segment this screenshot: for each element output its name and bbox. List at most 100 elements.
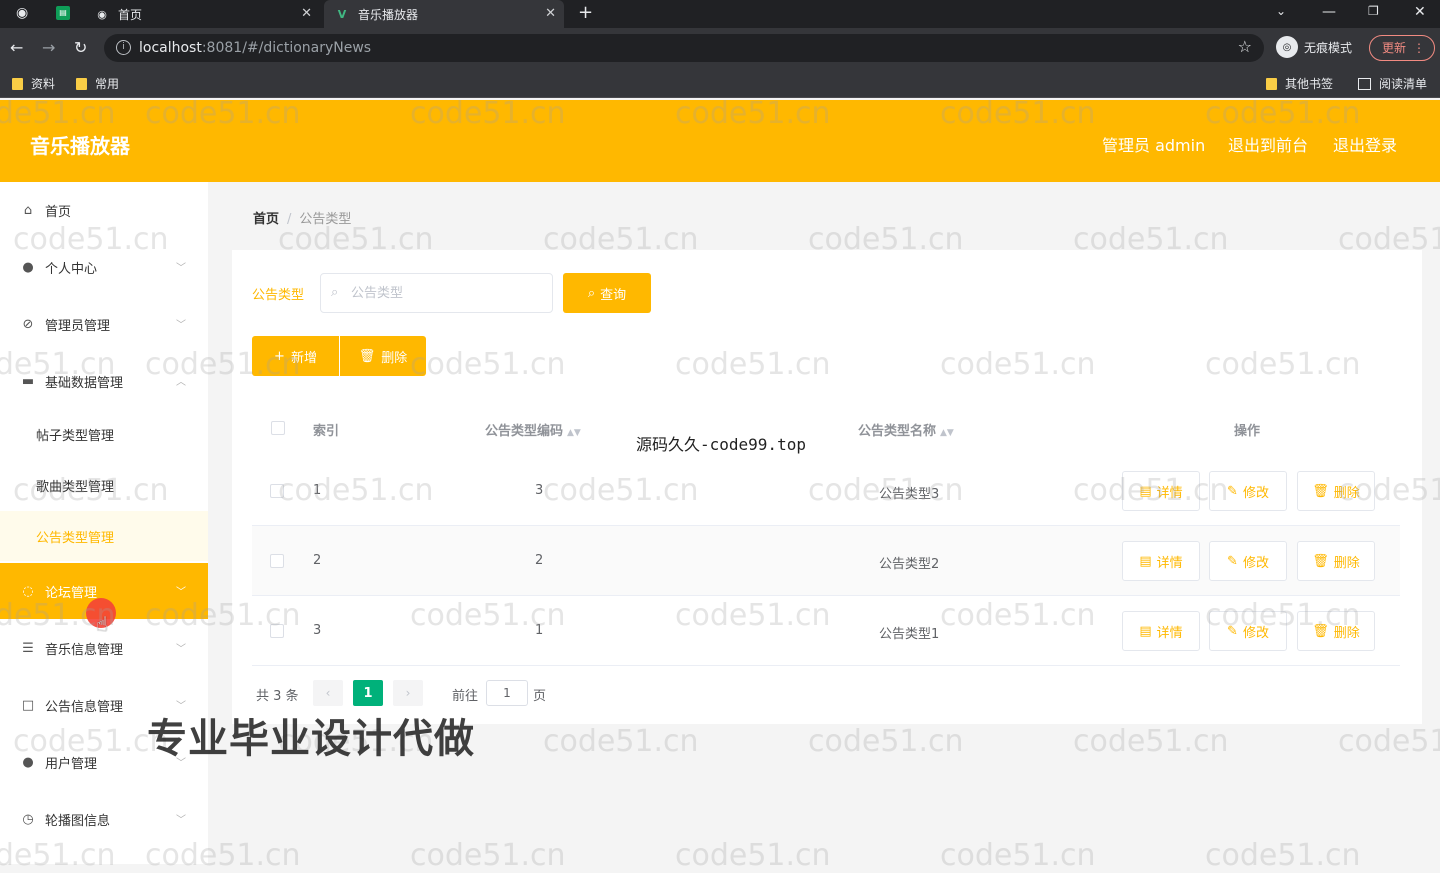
delete-label: 删除 (1333, 555, 1360, 571)
edit-button[interactable]: ✎ 修改 (1209, 471, 1287, 511)
sidebar-item-home[interactable]: ⌂ 首页 (0, 182, 208, 238)
cell-code: 3 (535, 483, 544, 498)
sheets-app-icon[interactable]: ▤ (56, 6, 70, 20)
carousel-icon: ◷ (22, 811, 34, 827)
sidebar-item-carousel[interactable]: ◷ 轮播图信息 ﹀ (0, 791, 208, 847)
batch-delete-button[interactable]: 🗑 删除 (340, 336, 426, 376)
search-icon: ⌕ (331, 285, 339, 300)
watermark-text: code51.cn (1338, 724, 1440, 759)
sidebar-item-basic-data[interactable]: ▬ 基础数据管理 ︿ (0, 353, 208, 409)
close-icon[interactable]: ✕ (545, 6, 556, 21)
bookmark-star-icon[interactable]: ☆ (1238, 37, 1252, 56)
trash-icon: 🗑 (1312, 623, 1329, 639)
search-input[interactable] (351, 282, 541, 304)
watermark-text: code51.cn (940, 838, 1096, 873)
query-button[interactable]: ⌕ 查询 (563, 273, 651, 313)
watermark-text: code51.cn (675, 838, 831, 873)
add-button[interactable]: + 新增 (252, 336, 339, 376)
sidebar-item-notice-type[interactable]: 公告类型管理 (0, 511, 208, 561)
current-user: 管理员 admin (1102, 136, 1206, 155)
row-checkbox[interactable] (270, 484, 284, 498)
bookmark-folder-ziliao[interactable]: 资料 (12, 75, 55, 92)
restore-icon[interactable]: ❐ (1368, 4, 1379, 18)
cell-index: 3 (313, 623, 322, 638)
sort-icon[interactable]: ▲▼ (567, 428, 581, 438)
sidebar-item-personal-center[interactable]: ● 个人中心 ﹀ (0, 239, 208, 295)
new-tab-icon[interactable]: + (578, 2, 593, 23)
window-close-icon[interactable]: ✕ (1414, 4, 1426, 20)
sidebar-item-label: 公告类型管理 (36, 530, 115, 546)
sidebar-item-label: 用户管理 (45, 756, 98, 772)
exit-to-front-link[interactable]: 退出到前台 (1228, 132, 1308, 156)
edit-label: 修改 (1242, 555, 1269, 571)
reload-icon[interactable]: ↻ (74, 38, 87, 57)
sidebar-item-post-type[interactable]: 帖子类型管理 (0, 409, 208, 459)
back-icon[interactable]: ← (10, 38, 23, 57)
bookmark-label: 资料 (31, 77, 56, 91)
info-icon[interactable]: i (116, 40, 131, 55)
breadcrumb: 首页 / 公告类型 (253, 208, 351, 227)
detail-button[interactable]: ▤ 详情 (1122, 541, 1200, 581)
reading-list[interactable]: 阅读清单 (1358, 75, 1427, 92)
row-checkbox[interactable] (270, 554, 284, 568)
tab-music-player[interactable]: V 音乐播放器 ✕ (324, 0, 564, 28)
url-host: localhost (139, 40, 202, 56)
prev-page-button[interactable]: ‹ (313, 680, 343, 706)
folder-icon (76, 77, 87, 90)
sort-icon[interactable]: ▲▼ (940, 428, 954, 438)
watermark-source-text: 源码久久-code99.top (636, 435, 806, 454)
sidebar-item-song-type[interactable]: 歌曲类型管理 (0, 460, 208, 510)
breadcrumb-home[interactable]: 首页 (253, 212, 279, 227)
sidebar-item-admin[interactable]: ⊘ 管理员管理 ﹀ (0, 296, 208, 352)
browser-globe-icon[interactable]: ◉ (16, 5, 28, 21)
close-icon[interactable]: ✕ (301, 6, 312, 21)
delete-button[interactable]: 🗑 删除 (1297, 541, 1375, 581)
logout-link[interactable]: 退出登录 (1333, 132, 1397, 156)
delete-button[interactable]: 🗑 删除 (1297, 611, 1375, 651)
home-icon: ⌂ (23, 202, 33, 218)
sidebar-item-label: 帖子类型管理 (36, 428, 115, 444)
data-icon: ▬ (21, 373, 35, 389)
column-header-name[interactable]: 公告类型名称 ▲▼ (858, 420, 954, 439)
edit-button[interactable]: ✎ 修改 (1209, 611, 1287, 651)
update-button[interactable]: 更新 ⋮ (1369, 35, 1435, 61)
breadcrumb-separator: / (287, 212, 292, 227)
column-header-code[interactable]: 公告类型编码 ▲▼ (485, 420, 581, 439)
chevron-right-icon: › (405, 686, 411, 700)
column-header-code-label: 公告类型编码 (485, 424, 564, 439)
select-all-checkbox[interactable] (271, 421, 285, 435)
watermark-text: code51.cn (808, 724, 964, 759)
cell-code: 1 (535, 623, 544, 638)
delete-button[interactable]: 🗑 删除 (1297, 471, 1375, 511)
minimize-icon[interactable]: — (1322, 4, 1336, 20)
edit-button[interactable]: ✎ 修改 (1209, 541, 1287, 581)
globe-icon: ◉ (97, 7, 107, 21)
batch-delete-label: 删除 (381, 350, 408, 366)
url-input[interactable]: i localhost:8081/#/dictionaryNews ☆ (104, 34, 1264, 62)
bookmark-folder-changyong[interactable]: 常用 (76, 75, 119, 92)
search-field[interactable]: ⌕ (320, 273, 553, 313)
next-page-button[interactable]: › (393, 680, 423, 706)
add-button-label: 新增 (290, 350, 317, 366)
incognito-indicator[interactable]: ◎ 无痕模式 (1276, 36, 1352, 58)
bookmark-label: 其他书签 (1285, 77, 1334, 91)
trash-icon: 🗑 (358, 348, 376, 364)
detail-button[interactable]: ▤ 详情 (1122, 471, 1200, 511)
detail-button[interactable]: ▤ 详情 (1122, 611, 1200, 651)
page-number-active[interactable]: 1 (353, 680, 383, 706)
query-button-label: 查询 (600, 287, 627, 303)
goto-page-input[interactable]: 1 (486, 680, 528, 706)
other-bookmarks[interactable]: 其他书签 (1266, 75, 1333, 92)
forum-icon: ◌ (22, 583, 34, 599)
url-path: :8081/#/dictionaryNews (201, 40, 372, 56)
edit-icon: ✎ (1227, 483, 1238, 499)
forward-icon[interactable]: → (42, 38, 55, 57)
cell-name: 公告类型1 (879, 627, 940, 642)
delete-label: 删除 (1333, 485, 1360, 501)
tab-search-icon[interactable]: ⌄ (1276, 4, 1286, 18)
search-icon: ⌕ (587, 285, 596, 301)
row-checkbox[interactable] (270, 624, 284, 638)
tab-home[interactable]: ◉ 首页 ✕ (84, 0, 320, 28)
page-suffix: 页 (533, 689, 547, 704)
folder-icon (1266, 77, 1277, 90)
